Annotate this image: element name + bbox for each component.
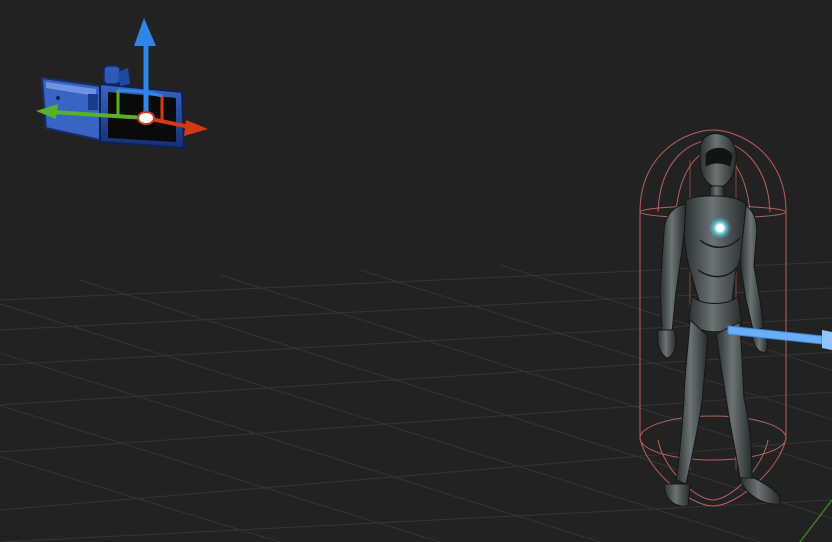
world-axis-line [799, 499, 832, 542]
gizmo-center-handle[interactable] [137, 111, 155, 125]
x-axis-arrow-icon[interactable] [184, 120, 208, 136]
character-object[interactable] [639, 129, 832, 507]
forward-arrow-icon[interactable] [727, 325, 832, 350]
humanoid-character-icon [657, 133, 782, 507]
z-axis-arrow-icon[interactable] [134, 18, 156, 46]
camera-object[interactable] [36, 18, 208, 150]
3d-viewport[interactable] [0, 0, 832, 542]
scene-canvas[interactable] [0, 0, 832, 542]
